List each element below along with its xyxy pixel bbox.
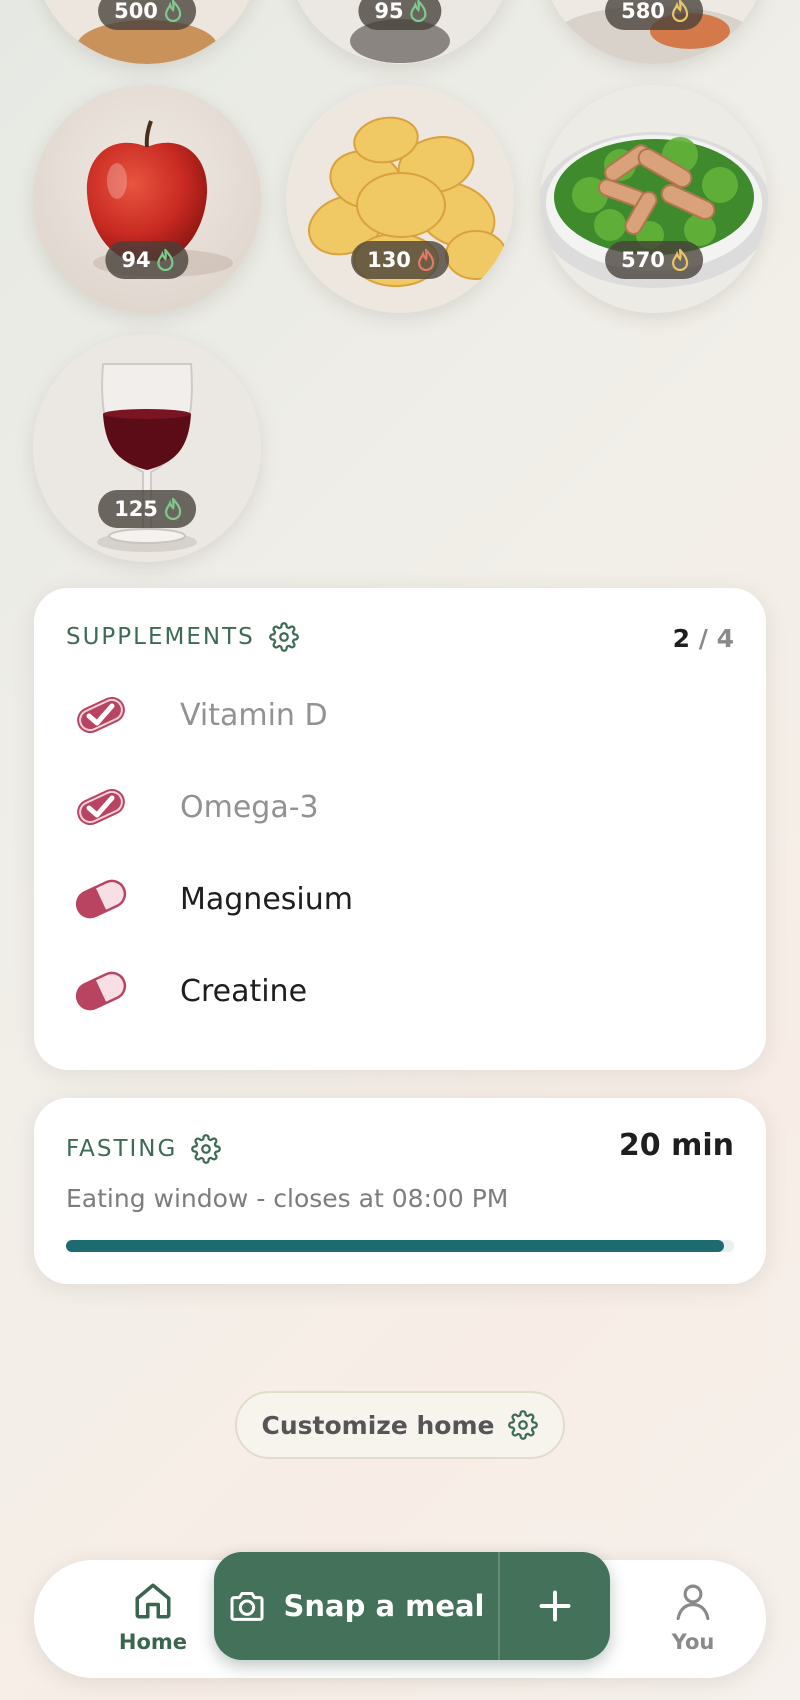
pill-icon[interactable] <box>72 967 130 1015</box>
food-item-apple[interactable]: 94 <box>33 85 261 313</box>
supplement-name: Magnesium <box>180 881 353 917</box>
food-item-salad[interactable]: 570 <box>540 85 768 313</box>
calorie-badge: 580 <box>605 0 703 30</box>
snap-meal-button-group: Snap a meal <box>214 1552 610 1660</box>
plus-icon <box>539 1590 571 1622</box>
nav-home[interactable]: Home <box>98 1580 208 1654</box>
supplements-title: SUPPLEMENTS <box>66 624 255 650</box>
calorie-badge: 95 <box>358 0 442 30</box>
count-separator: / <box>698 624 708 653</box>
supplement-item-creatine[interactable]: Creatine <box>72 961 307 1021</box>
count-total: 4 <box>716 624 734 653</box>
gear-icon[interactable] <box>191 1134 222 1164</box>
gear-icon[interactable] <box>268 622 299 652</box>
snap-meal-label: Snap a meal <box>283 1589 485 1623</box>
fasting-title: FASTING <box>66 1136 178 1162</box>
supplement-item-vitamin-d[interactable]: Vitamin D <box>72 685 328 745</box>
user-icon <box>676 1584 710 1621</box>
flame-green-icon <box>164 498 182 520</box>
supplement-name: Vitamin D <box>180 697 328 733</box>
fasting-subtitle: Eating window - closes at 08:00 PM <box>66 1184 509 1213</box>
calorie-badge: 500 <box>98 0 196 30</box>
home-icon <box>135 1583 171 1619</box>
food-item-chips[interactable]: 130 <box>286 85 514 313</box>
flame-green-icon <box>157 249 174 271</box>
supplements-card: SUPPLEMENTS 2 / 4 Vitamin D Omega-3 Magn… <box>34 588 766 1070</box>
supplements-header: SUPPLEMENTS <box>66 622 299 652</box>
flame-green-icon <box>410 0 427 22</box>
add-button[interactable] <box>500 1552 610 1660</box>
customize-home-button[interactable]: Customize home <box>235 1391 565 1459</box>
pill-checked-icon[interactable] <box>72 691 130 739</box>
food-item-2[interactable]: 95 <box>286 0 514 64</box>
calorie-badge: 125 <box>98 490 196 528</box>
pill-checked-icon[interactable] <box>72 783 130 831</box>
supplement-name: Creatine <box>180 973 308 1009</box>
fasting-progress-bar <box>66 1240 734 1252</box>
pill-icon[interactable] <box>72 875 130 923</box>
gear-icon <box>508 1410 539 1440</box>
flame-red-icon <box>417 249 435 271</box>
nav-home-label: Home <box>118 1630 188 1654</box>
fasting-header: FASTING <box>66 1134 222 1164</box>
supplement-item-magnesium[interactable]: Magnesium <box>72 869 353 929</box>
snap-meal-button[interactable]: Snap a meal <box>214 1552 498 1660</box>
customize-home-label: Customize home <box>261 1410 495 1440</box>
flame-green-icon <box>164 0 182 22</box>
camera-icon <box>230 1592 264 1621</box>
food-item-3[interactable]: 580 <box>540 0 768 64</box>
nav-you-label: You <box>671 1630 715 1654</box>
nav-you[interactable]: You <box>638 1580 748 1654</box>
food-item-1[interactable]: 500 <box>33 0 261 64</box>
supplement-name: Omega-3 <box>180 789 319 825</box>
food-item-wine[interactable]: 125 <box>33 334 261 562</box>
supplements-count: 2 / 4 <box>673 624 734 653</box>
fasting-card[interactable]: FASTING 20 min Eating window - closes at… <box>34 1098 766 1284</box>
calorie-badge: 130 <box>351 241 449 279</box>
count-taken: 2 <box>672 624 691 653</box>
flame-yellow-icon <box>671 0 689 22</box>
supplement-item-omega-3[interactable]: Omega-3 <box>72 777 319 837</box>
calorie-badge: 94 <box>105 241 189 279</box>
flame-yellow-icon <box>671 249 689 271</box>
calorie-badge: 570 <box>605 241 703 279</box>
fasting-progress-fill <box>66 1240 724 1252</box>
fasting-time: 20 min <box>618 1128 734 1163</box>
